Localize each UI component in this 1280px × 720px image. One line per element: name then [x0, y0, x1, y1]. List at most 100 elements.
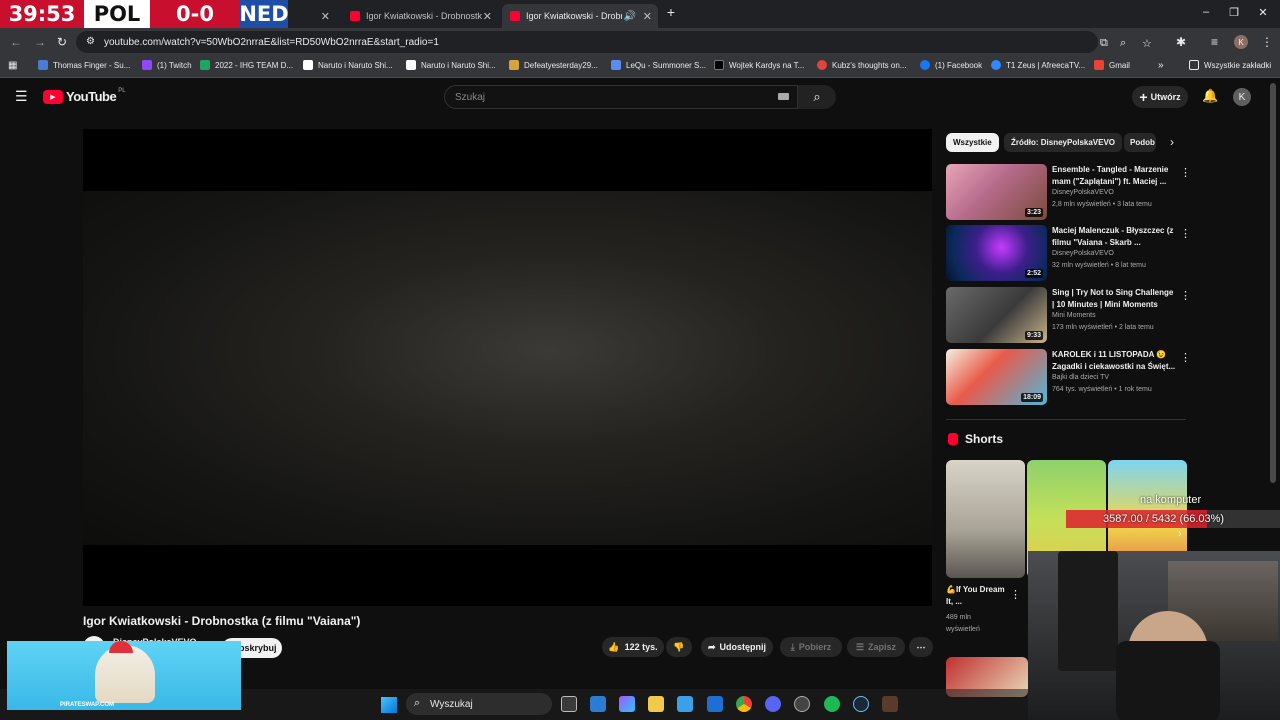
- wikipedia-icon: [303, 60, 313, 70]
- keyboard-icon[interactable]: [778, 93, 789, 100]
- bookmark-item[interactable]: Kubz's thoughts on...: [817, 60, 906, 70]
- extensions-icon[interactable]: ✱: [1176, 35, 1186, 49]
- install-icon[interactable]: ⧉: [1100, 37, 1108, 50]
- reading-list-icon[interactable]: ≡: [1211, 35, 1218, 49]
- shorts-next-chevron-icon[interactable]: ›: [1178, 528, 1182, 540]
- search-icon: ⌕: [414, 697, 421, 709]
- like-button[interactable]: 👍 122 tys.: [602, 637, 664, 657]
- bookmark-item[interactable]: (1) Twitch: [142, 60, 192, 70]
- short-title[interactable]: 💪If You Dream It, ...: [946, 584, 1006, 608]
- close-tab-icon[interactable]: ✕: [321, 10, 330, 23]
- address-bar[interactable]: ⚙ youtube.com/watch?v=50WbO2nrraE&list=R…: [76, 31, 1152, 53]
- bookmark-favicon-icon: [817, 60, 827, 70]
- close-tab-icon[interactable]: ✕: [643, 10, 652, 23]
- url-text: youtube.com/watch?v=50WbO2nrraE&list=RD5…: [104, 36, 439, 48]
- more-vertical-icon[interactable]: ⋮: [1010, 588, 1021, 601]
- dislike-button[interactable]: 👎: [666, 637, 692, 657]
- tab-video-1[interactable]: Igor Kwiatkowski - Drobnostka ✕: [342, 4, 498, 28]
- back-icon[interactable]: ←: [10, 35, 22, 49]
- download-button[interactable]: ⤓ Pobierz: [780, 637, 842, 657]
- recommendation-item[interactable]: 3:23 Ensemble - Tangled - Marzenie mam (…: [946, 164, 1196, 220]
- forward-icon[interactable]: →: [34, 35, 46, 49]
- more-vertical-icon[interactable]: ⋮: [1180, 289, 1191, 302]
- bookmark-item[interactable]: Wojtek Kardys na T...: [714, 60, 804, 70]
- more-actions-button[interactable]: ⋯: [909, 637, 933, 657]
- apps-grid-icon[interactable]: ▦: [8, 60, 17, 71]
- search-button[interactable]: ⌕: [798, 85, 836, 109]
- recommendation-item[interactable]: 18:09 KAROLEK i 11 LISTOPADA 😉 Zagadki i…: [946, 349, 1196, 405]
- bookmark-item[interactable]: 2022 - IHG TEAM D...: [200, 60, 293, 70]
- close-tab-icon[interactable]: ✕: [483, 10, 492, 23]
- more-vertical-icon[interactable]: ⋮: [1180, 351, 1191, 364]
- bookmarks-bar: ▦ Thomas Finger - Su... (1) Twitch 2022 …: [0, 56, 1280, 78]
- mascot-rooster: [95, 645, 155, 703]
- profile-avatar[interactable]: K: [1234, 35, 1248, 49]
- site-info-icon[interactable]: ⚙: [86, 36, 95, 47]
- speaker-icon[interactable]: 🔊: [624, 11, 636, 22]
- app-icon[interactable]: [882, 696, 898, 712]
- share-button[interactable]: ➦ Udostępnij: [701, 637, 773, 657]
- task-view-icon[interactable]: [561, 696, 577, 712]
- chrome-icon[interactable]: [736, 696, 752, 712]
- youtube-logo[interactable]: ▶ YouTube PL: [43, 88, 126, 104]
- create-button[interactable]: + Utwórz: [1132, 86, 1188, 108]
- save-button[interactable]: ☰ Zapisz: [847, 637, 905, 657]
- bookmark-item[interactable]: Naruto i Naruto Shi...: [406, 60, 496, 70]
- minimize-icon[interactable]: –: [1199, 6, 1213, 18]
- all-bookmarks[interactable]: Wszystkie zakładki: [1189, 60, 1271, 70]
- bookmark-item[interactable]: Gmail: [1094, 60, 1130, 70]
- copilot-icon[interactable]: [619, 696, 635, 712]
- account-avatar[interactable]: K: [1233, 88, 1251, 106]
- chip-all[interactable]: Wszystkie: [946, 133, 999, 152]
- search-input[interactable]: Szukaj: [444, 85, 798, 109]
- bookmark-star-icon[interactable]: ☆: [1142, 37, 1152, 50]
- spotify-icon[interactable]: [824, 696, 840, 712]
- hamburger-menu-icon[interactable]: ☰: [15, 88, 28, 105]
- file-explorer-icon[interactable]: [648, 696, 664, 712]
- recommendation-item[interactable]: 2:52 Maciej Malenczuk - Błyszczec (z fil…: [946, 225, 1196, 281]
- maximize-icon[interactable]: ❐: [1227, 6, 1241, 19]
- outlook-icon[interactable]: [590, 696, 606, 712]
- match-time: 39:53: [0, 0, 84, 28]
- play-logo-icon: ▶: [43, 89, 63, 104]
- chip-source[interactable]: Źródło: DisneyPolskaVEVO: [1004, 133, 1123, 152]
- sponsor-ad-overlay: PIRATESWAP.COM: [7, 641, 241, 710]
- bookmark-item[interactable]: Naruto i Naruto Shi...: [303, 60, 393, 70]
- chip-similar[interactable]: Podob: [1124, 133, 1156, 152]
- discord-icon[interactable]: [765, 696, 781, 712]
- app-icon[interactable]: [794, 696, 810, 712]
- youtube-masthead: ☰ ▶ YouTube PL Szukaj ⌕ + Utwórz 🔔 K: [0, 79, 1270, 117]
- close-window-icon[interactable]: ✕: [1256, 6, 1270, 19]
- afreeca-icon: [991, 60, 1001, 70]
- reload-icon[interactable]: ↻: [57, 35, 67, 49]
- thumbs-up-icon: 👍: [608, 641, 620, 652]
- new-tab-icon[interactable]: +: [664, 4, 678, 20]
- more-vertical-icon[interactable]: ⋮: [1180, 227, 1191, 240]
- bookmark-item[interactable]: Defeatyesterday29...: [509, 60, 598, 70]
- bookmark-item[interactable]: Thomas Finger - Su...: [38, 60, 130, 70]
- steam-icon[interactable]: [853, 696, 869, 712]
- more-vertical-icon[interactable]: ⋮: [1180, 166, 1191, 179]
- stream-goal-text: 3587.00 / 5432 (66.03%): [1103, 513, 1225, 525]
- app-icon[interactable]: [707, 696, 723, 712]
- more-bookmarks-icon[interactable]: »: [1158, 60, 1164, 71]
- tab-label: Igor Kwiatkowski - Drobno: [526, 11, 622, 21]
- bookmark-item[interactable]: T1 Zeus | AfreecaTV...: [991, 60, 1085, 70]
- page-scrollbar[interactable]: [1270, 83, 1276, 483]
- chrome-menu-icon[interactable]: ⋮: [1261, 35, 1273, 49]
- chevron-right-icon[interactable]: ›: [1170, 135, 1174, 149]
- video-thumbnail: 2:52: [946, 225, 1047, 281]
- tab-video-2-active[interactable]: Igor Kwiatkowski - Drobno 🔊 ✕: [502, 4, 658, 28]
- taskbar-search[interactable]: ⌕ Wyszukaj: [406, 693, 552, 715]
- bookmark-item[interactable]: LeQu - Summoner S...: [611, 60, 706, 70]
- recommendation-item[interactable]: 9:33 Sing | Try Not to Sing Challenge | …: [946, 287, 1196, 343]
- notifications-bell-icon[interactable]: 🔔: [1202, 88, 1218, 104]
- match-score: 0-0: [150, 0, 240, 28]
- video-player[interactable]: [83, 129, 932, 606]
- windows-start-icon[interactable]: [381, 697, 397, 713]
- zoom-icon[interactable]: ⌕: [1120, 37, 1126, 50]
- short-thumbnail[interactable]: [946, 460, 1025, 578]
- store-icon[interactable]: [677, 696, 693, 712]
- tab-blank[interactable]: ✕: [290, 4, 336, 28]
- bookmark-item[interactable]: (1) Facebook: [920, 60, 982, 70]
